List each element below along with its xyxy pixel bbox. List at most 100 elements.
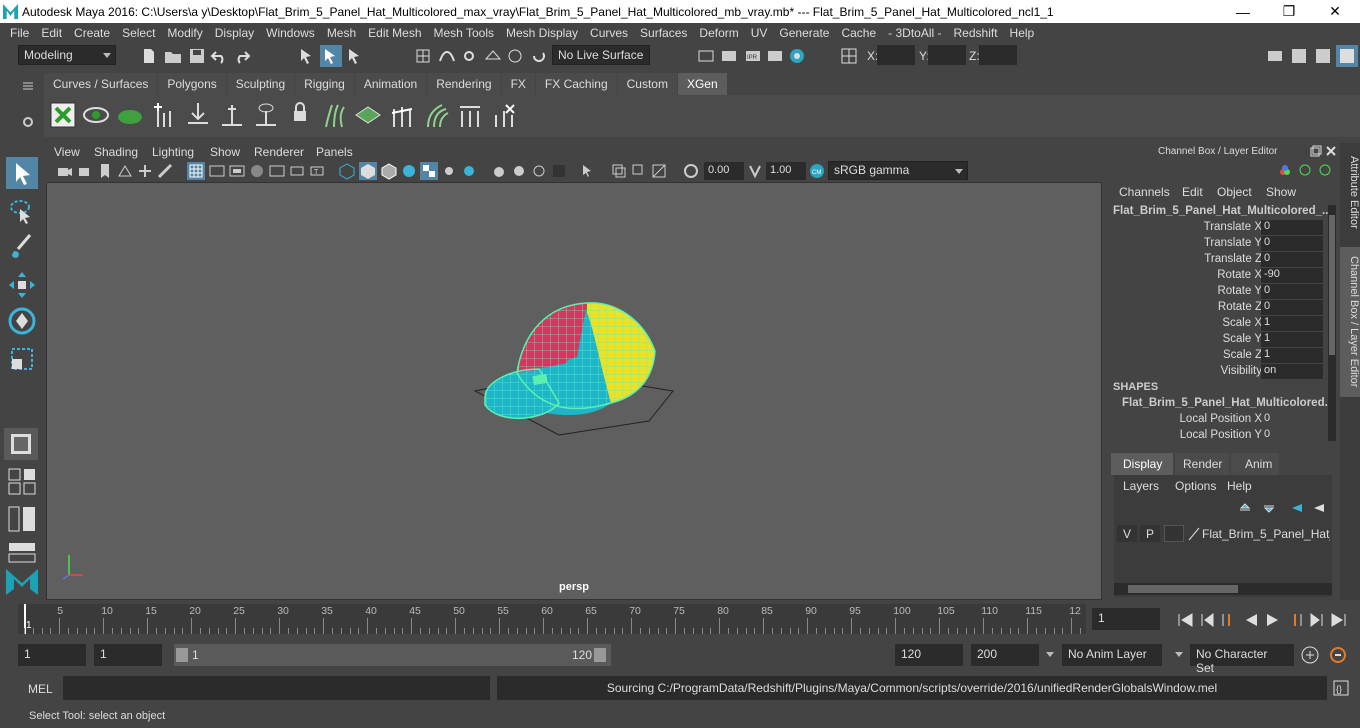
select-hierarchy-icon[interactable]	[298, 47, 316, 65]
character-set-dropdown-icon[interactable]	[1173, 648, 1185, 660]
snap-curve-icon[interactable]	[438, 47, 456, 65]
play-backward-icon[interactable]	[1242, 611, 1260, 629]
camera-select-icon[interactable]	[56, 162, 74, 180]
range-end-handle[interactable]	[594, 648, 606, 662]
tab-display-layers[interactable]: Display	[1111, 453, 1173, 475]
camera-attributes-icon[interactable]	[76, 162, 94, 180]
channel-value[interactable]: -90	[1261, 268, 1323, 283]
field-chart-icon[interactable]	[268, 162, 286, 180]
layer-name[interactable]: Flat_Brim_5_Panel_Hat_M	[1202, 527, 1330, 541]
layer-menu-options[interactable]: Options	[1175, 479, 1216, 493]
comb-guides-icon[interactable]	[422, 101, 450, 129]
save-scene-icon[interactable]	[188, 47, 206, 65]
channel-value[interactable]: 0	[1261, 412, 1323, 427]
channel-value[interactable]: 0	[1261, 284, 1323, 299]
y-field[interactable]	[928, 45, 966, 65]
channel-row[interactable]: Rotate Z0	[1108, 300, 1340, 316]
xray-active-icon[interactable]	[630, 162, 648, 180]
rotate-tool-button[interactable]	[6, 305, 38, 337]
2d-pan-zoom-icon[interactable]	[136, 162, 154, 180]
start-time-field[interactable]: 1	[18, 644, 86, 666]
smooth-shade-button[interactable]	[359, 162, 377, 180]
shape-node-name[interactable]: Flat_Brim_5_Panel_Hat_Multicolored...	[1122, 397, 1334, 409]
sculpt-guides-icon[interactable]	[388, 101, 416, 129]
channel-row[interactable]: Local Position X0	[1108, 412, 1340, 428]
channel-value[interactable]: 0	[1261, 428, 1323, 443]
hypershade-icon[interactable]	[788, 47, 806, 65]
menu-curves[interactable]: Curves	[584, 26, 634, 40]
channel-menu-show[interactable]: Show	[1266, 185, 1296, 199]
history-icon[interactable]	[530, 47, 548, 65]
gate-mask-icon[interactable]	[248, 162, 266, 180]
close-button[interactable]: ✕	[1312, 0, 1358, 23]
wireframe-icon[interactable]	[338, 162, 356, 180]
close-panel-icon[interactable]	[1325, 145, 1337, 157]
character-set-selector[interactable]: No Character Set	[1190, 644, 1294, 675]
layer-row[interactable]: V P Flat_Brim_5_Panel_Hat_M	[1114, 525, 1332, 543]
tab-curves-surfaces[interactable]: Curves / Surfaces	[44, 73, 158, 95]
outliner-layout-icon[interactable]	[6, 503, 38, 535]
resolution-gate-icon[interactable]	[228, 162, 246, 180]
default-material-icon[interactable]	[400, 162, 418, 180]
shadows-icon[interactable]	[460, 162, 478, 180]
xgen-editor-icon[interactable]	[49, 101, 77, 129]
range-start-handle[interactable]	[176, 648, 188, 662]
channel-value[interactable]: 1	[1261, 348, 1323, 363]
menu-edit-mesh[interactable]: Edit Mesh	[362, 26, 427, 40]
channel-row[interactable]: Translate Z0	[1108, 252, 1340, 268]
menu-redshift[interactable]: Redshift	[948, 26, 1004, 40]
create-empty-layer-icon[interactable]	[1290, 501, 1304, 515]
safe-title-icon[interactable]: T	[308, 162, 326, 180]
auto-key-icon[interactable]	[1300, 645, 1320, 665]
channel-menu-channels[interactable]: Channels	[1119, 185, 1170, 199]
channel-row[interactable]: Scale Z1	[1108, 348, 1340, 364]
toggle-channel-box-button[interactable]	[1336, 45, 1358, 67]
channel-value[interactable]: 1	[1261, 316, 1323, 331]
tab-rigging[interactable]: Rigging	[295, 73, 354, 95]
snap-live-icon[interactable]	[506, 47, 524, 65]
playback-end-field[interactable]: 120	[895, 644, 963, 666]
playback-start-field[interactable]: 1	[94, 644, 162, 666]
shelf-settings-icon[interactable]	[22, 116, 34, 128]
gamma-icon[interactable]	[746, 162, 764, 180]
select-component-icon[interactable]	[346, 47, 364, 65]
move-layer-down-icon[interactable]	[1262, 501, 1276, 515]
selected-object-name[interactable]: Flat_Brim_5_Panel_Hat_Multicolored_...	[1113, 205, 1332, 217]
add-guide-icon[interactable]	[150, 101, 178, 129]
animation-preferences-icon[interactable]	[1328, 645, 1348, 665]
channel-menu-object[interactable]: Object	[1217, 185, 1252, 199]
step-back-frame-icon[interactable]	[1220, 611, 1238, 629]
viewport-menu-view[interactable]: View	[54, 145, 80, 159]
snap-view-plane-icon[interactable]	[484, 47, 502, 65]
depth-of-field-icon[interactable]	[550, 162, 568, 180]
open-scene-icon[interactable]	[164, 47, 182, 65]
grease-pencil-icon[interactable]	[156, 162, 174, 180]
go-to-end-icon[interactable]	[1330, 611, 1348, 629]
current-frame-field[interactable]: 1	[1092, 608, 1160, 630]
channel-value[interactable]: 0	[1261, 300, 1323, 315]
menu-display[interactable]: Display	[209, 26, 260, 40]
menu-mesh-display[interactable]: Mesh Display	[500, 26, 584, 40]
new-scene-icon[interactable]	[140, 47, 158, 65]
menu-help[interactable]: Help	[1004, 26, 1041, 40]
place-guide-icon[interactable]	[184, 101, 212, 129]
anim-layer-selector[interactable]: No Anim Layer	[1062, 644, 1162, 666]
add-point-icon[interactable]	[218, 101, 246, 129]
textured-button[interactable]	[420, 162, 438, 180]
menu-mesh[interactable]: Mesh	[321, 26, 362, 40]
toggle-modeling-toolkit-icon[interactable]	[1290, 47, 1308, 65]
single-view-layout-button[interactable]	[4, 428, 38, 460]
mode-selector[interactable]: Modeling	[18, 45, 116, 65]
layer-menu-help[interactable]: Help	[1227, 479, 1252, 493]
go-to-start-icon[interactable]	[1176, 611, 1194, 629]
channel-row[interactable]: Rotate Y0	[1108, 284, 1340, 300]
step-forward-key-icon[interactable]	[1308, 611, 1326, 629]
tab-channel-box-layer-editor[interactable]: Channel Box / Layer Editor	[1340, 247, 1360, 397]
tab-fx[interactable]: FX	[501, 73, 535, 95]
channel-row[interactable]: Scale X1	[1108, 316, 1340, 332]
play-forward-icon[interactable]	[1264, 611, 1282, 629]
float-panel-icon[interactable]	[1310, 145, 1322, 157]
layer-color-swatch-icon[interactable]	[1188, 527, 1200, 541]
x-field[interactable]	[877, 45, 915, 65]
layer-menu-layers[interactable]: Layers	[1123, 479, 1159, 493]
